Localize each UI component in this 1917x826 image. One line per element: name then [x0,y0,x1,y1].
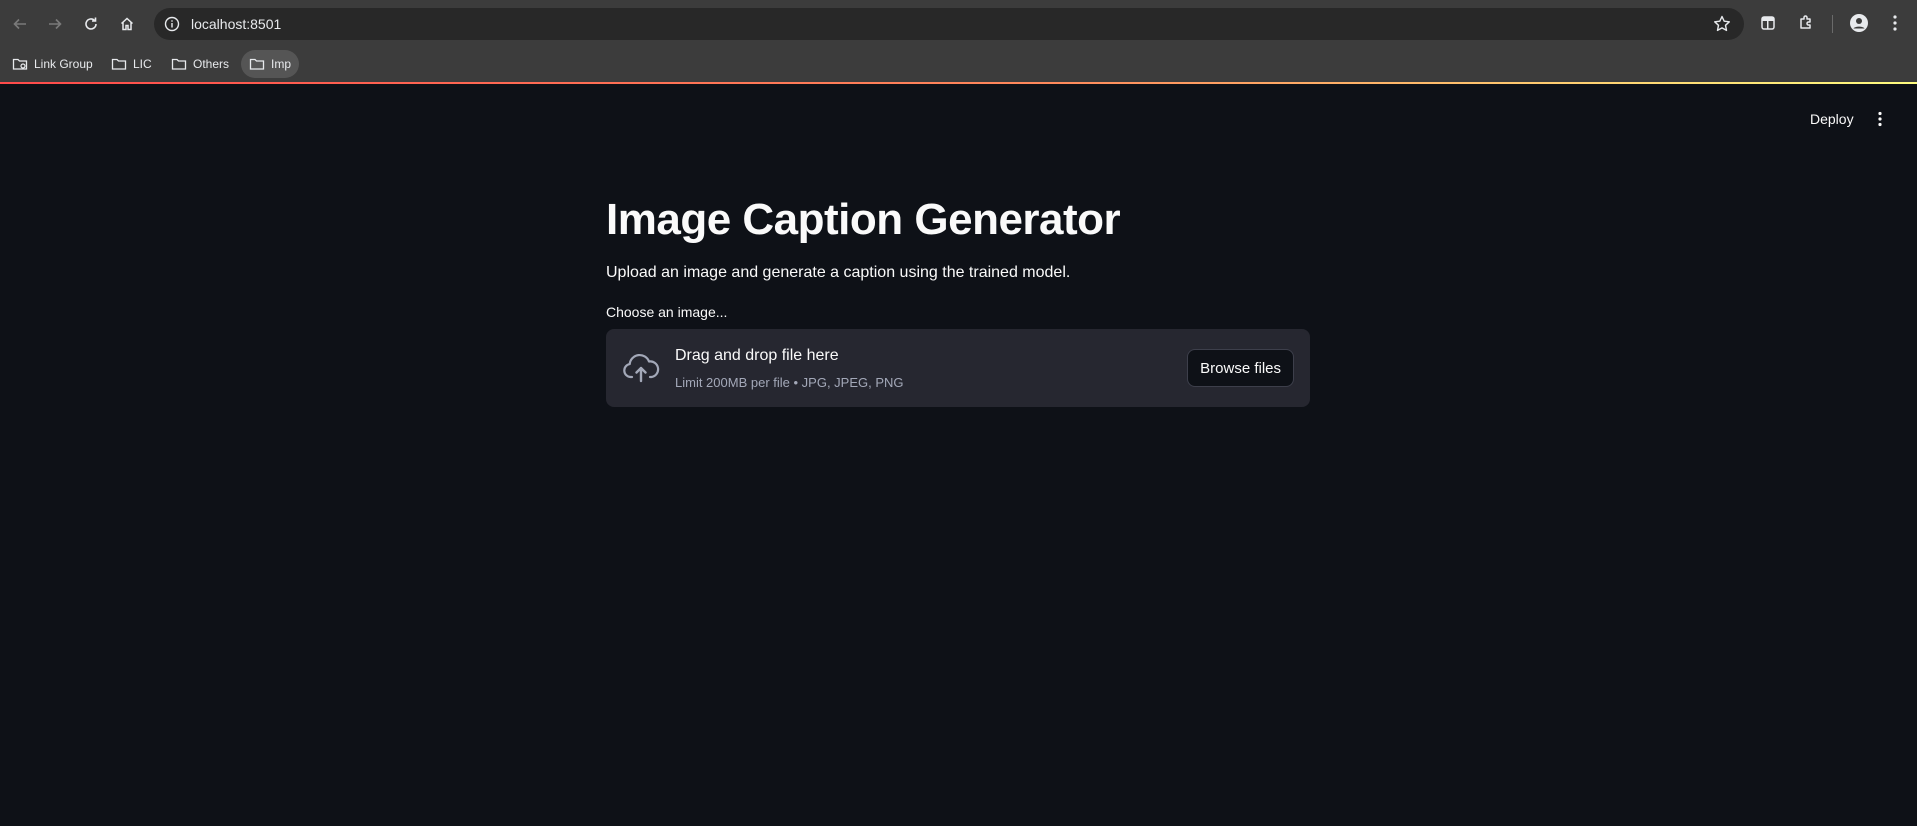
page-title: Image Caption Generator [606,195,1121,244]
home-icon [120,17,134,31]
url-text[interactable]: localhost:8501 [191,16,281,32]
folder-icon [111,58,127,70]
bookmark-lic[interactable]: LIC [103,50,160,78]
main-content: Image Caption Generator Upload an image … [606,190,1310,407]
bookmark-label: Link Group [34,57,93,71]
bookmark-star-icon[interactable] [1712,14,1732,34]
address-bar[interactable]: localhost:8501 [154,8,1744,40]
bookmark-link-group[interactable]: Link Group [4,50,101,78]
site-info-icon[interactable] [164,16,180,32]
tab-search-icon[interactable] [1757,12,1779,34]
main-menu-button[interactable] [1868,104,1892,134]
cloud-upload-icon [623,353,660,383]
bookmark-label: LIC [133,57,152,71]
extensions-icon[interactable] [1795,12,1817,34]
arrow-left-icon [13,18,26,30]
folder-icon [171,58,187,70]
browser-toolbar: localhost:8501 [0,0,1917,47]
bookmark-imp[interactable]: Imp [241,50,300,78]
page-subtitle: Upload an image and generate a caption u… [606,264,1071,281]
browse-files-button[interactable]: Browse files [1187,349,1294,387]
forward-button[interactable] [42,11,68,37]
browser-menu-icon[interactable] [1884,12,1906,34]
reload-button[interactable] [78,11,104,37]
deploy-button[interactable]: Deploy [1800,104,1864,134]
bookmark-label: Others [193,57,230,71]
arrow-right-icon [49,18,62,30]
more-vertical-icon [1878,111,1882,127]
dropzone-instructions: Drag and drop file here [675,347,839,364]
back-button[interactable] [7,11,33,37]
folder-gear-icon [12,58,28,70]
profile-avatar-icon[interactable] [1848,12,1870,34]
bookmarks-bar: Link Group LIC Others Imp [0,47,1917,82]
toolbar-divider [1832,15,1833,33]
folder-icon [249,58,265,70]
dropzone-limit-text: Limit 200MB per file • JPG, JPEG, PNG [675,375,904,390]
file-dropzone[interactable]: Drag and drop file here Limit 200MB per … [606,329,1310,407]
app-decoration-bar [0,82,1917,84]
home-button[interactable] [114,11,140,37]
reload-icon [85,17,97,30]
bookmark-others[interactable]: Others [163,50,237,78]
uploader-label: Choose an image... [606,304,728,320]
bookmark-label: Imp [271,57,292,71]
